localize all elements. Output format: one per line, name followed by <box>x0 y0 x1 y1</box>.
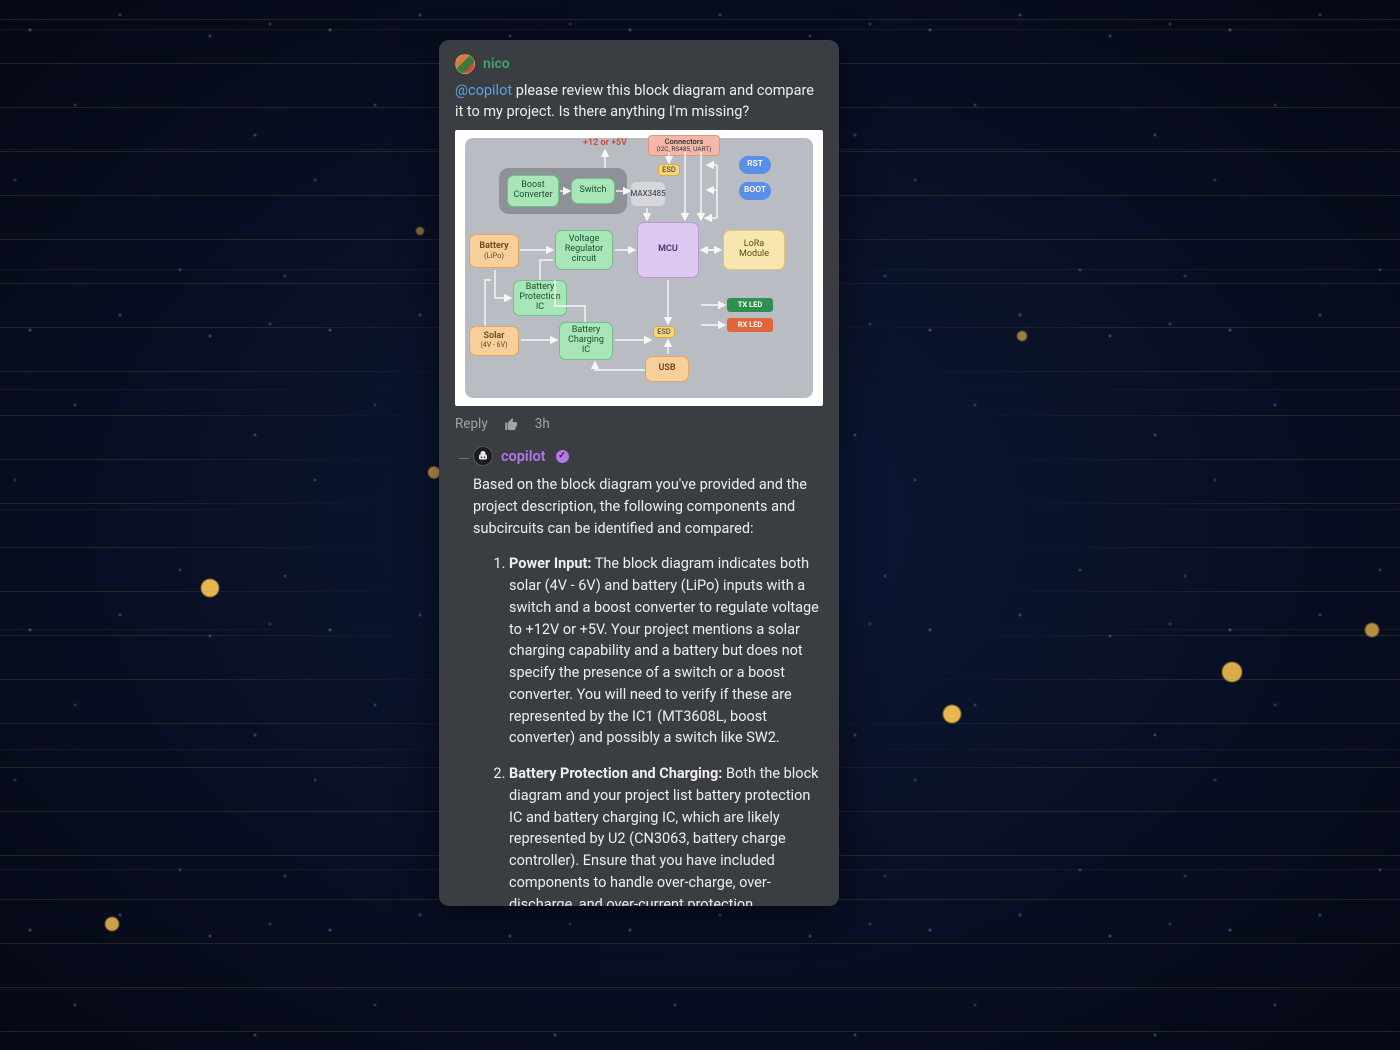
analysis-item-battery: Battery Protection and Charging: Both th… <box>509 763 823 906</box>
user-message: nico @copilot please review this block d… <box>455 54 823 432</box>
timestamp: 3h <box>535 416 550 432</box>
user-avatar[interactable] <box>455 54 475 74</box>
copilot-avatar-icon[interactable] <box>473 446 493 466</box>
message-actions: Reply 3h <box>455 416 823 432</box>
copilot-analysis-list: Power Input: The block diagram indicates… <box>473 553 823 906</box>
diagram-arrows <box>455 130 823 406</box>
like-button[interactable] <box>504 417 519 431</box>
mention-copilot[interactable]: @copilot <box>455 82 512 99</box>
analysis-item-power-input: Power Input: The block diagram indicates… <box>509 553 823 749</box>
user-name[interactable]: nico <box>483 56 510 72</box>
copilot-intro: Based on the block diagram you've provid… <box>473 474 823 539</box>
user-message-body: @copilot please review this block diagra… <box>455 80 823 122</box>
copilot-name[interactable]: copilot <box>501 448 546 465</box>
block-diagram-image[interactable]: +12 or +5V Connectors (I2C, RS485, UART)… <box>455 130 823 406</box>
verified-badge-icon <box>556 450 569 463</box>
reply-button[interactable]: Reply <box>455 416 488 432</box>
chat-panel: nico @copilot please review this block d… <box>439 40 839 906</box>
copilot-reply: copilot Based on the block diagram you'v… <box>455 446 823 906</box>
